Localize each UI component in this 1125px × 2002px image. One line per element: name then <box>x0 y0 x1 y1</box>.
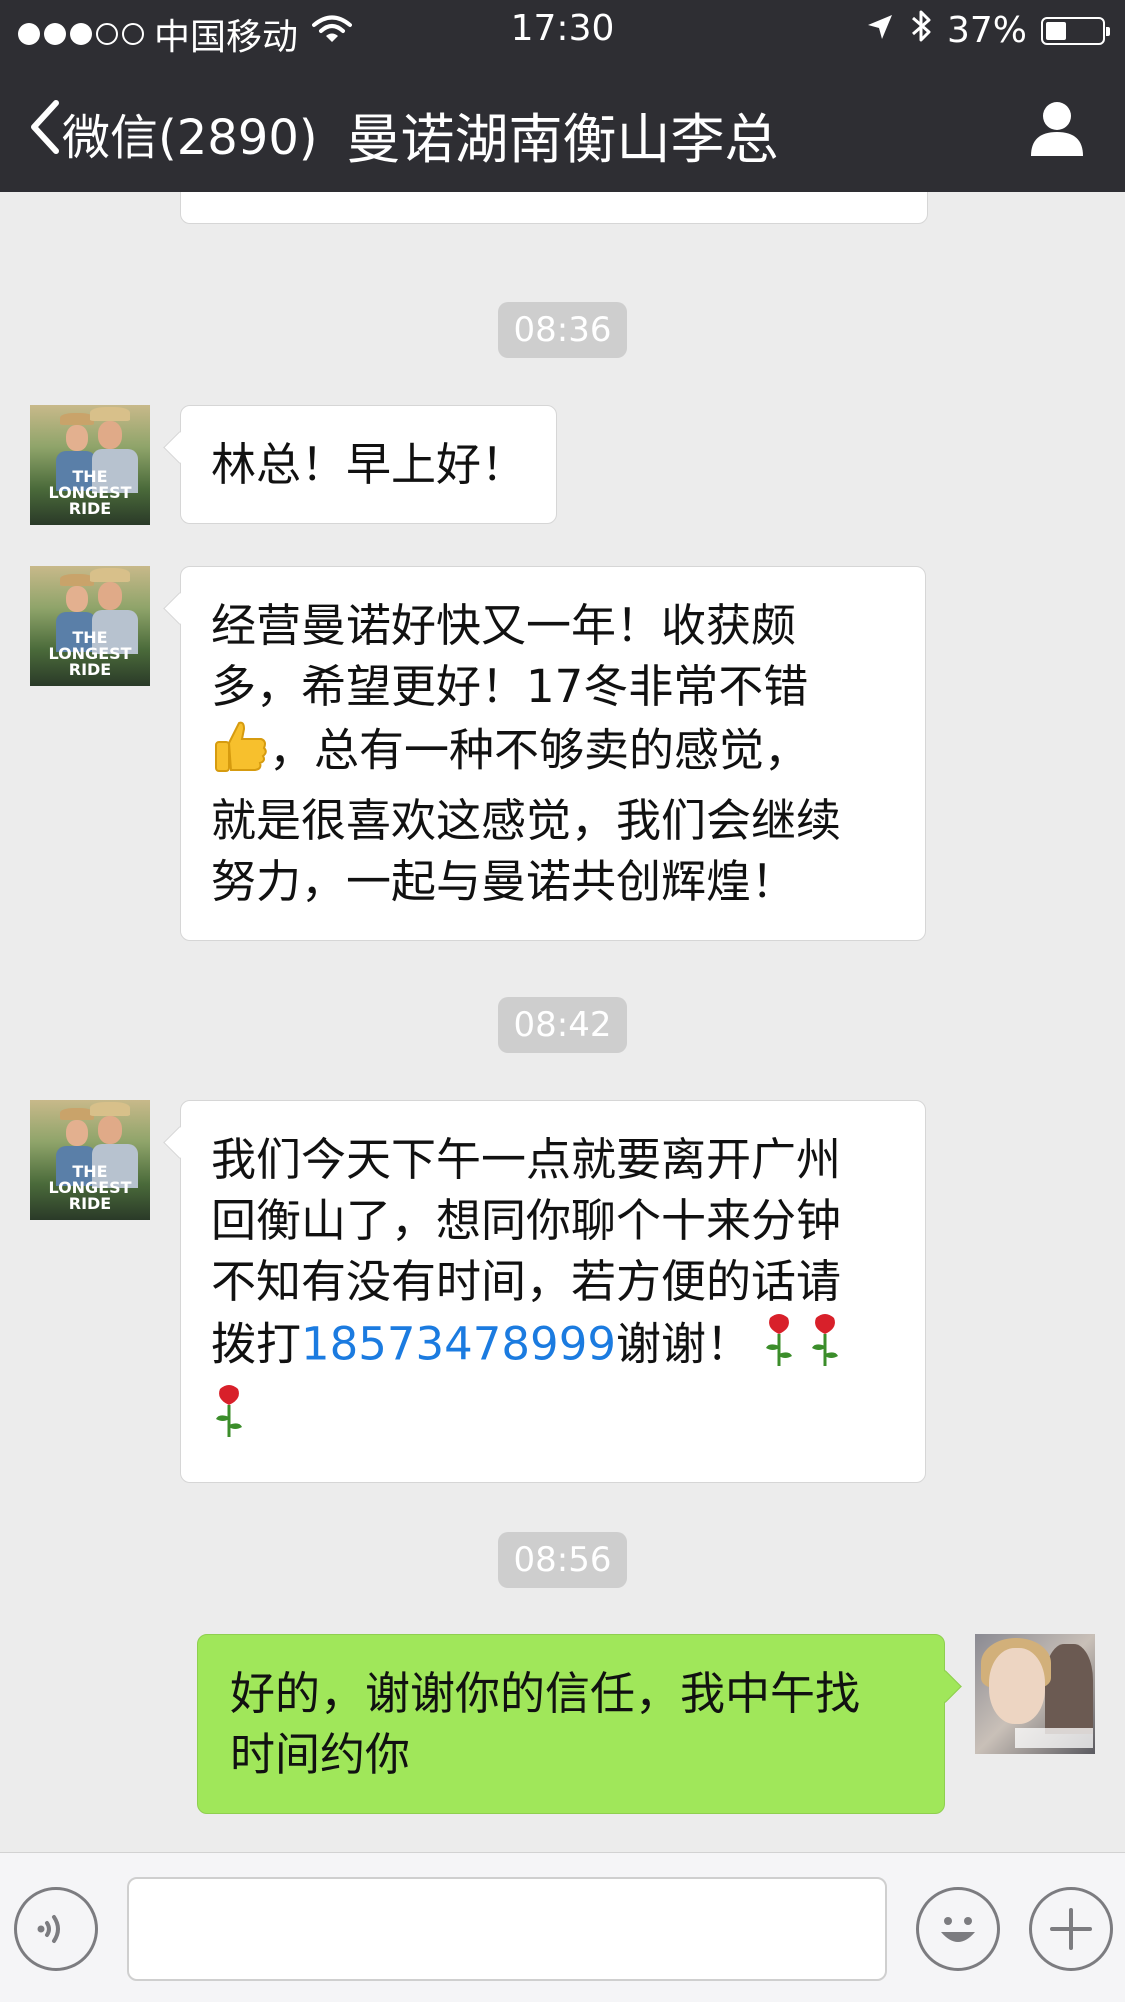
message-line: ，总有一种不够卖的感觉， <box>211 717 895 790</box>
sender-avatar[interactable]: THE LONGEST RIDE <box>30 1100 150 1220</box>
message-line: 好的，谢谢你的信任，我中午找 <box>230 1667 861 1720</box>
incoming-message[interactable]: 我们今天下午一点就要离开广州 回衡山了，想同你聊个十来分钟 不知有没有时间，若方… <box>180 1100 926 1483</box>
sender-avatar[interactable]: THE LONGEST RIDE <box>30 405 150 525</box>
message-input[interactable] <box>127 1877 887 1981</box>
message-line: 经营曼诺好快又一年！收获颇 <box>211 599 797 652</box>
contact-info-button[interactable] <box>1027 98 1087 162</box>
message-line: 时间约你 <box>230 1728 411 1781</box>
input-bar <box>0 1852 1125 2002</box>
my-avatar[interactable] <box>975 1634 1095 1754</box>
location-arrow-icon <box>865 10 895 51</box>
chat-area[interactable]: 08:36 THE LONGEST RIDE 林总！早上好！ THE LONGEST R… <box>0 192 1125 1852</box>
bluetooth-icon <box>909 8 933 53</box>
message-line: 不知有没有时间，若方便的话请 <box>211 1255 842 1308</box>
timestamp: 08:42 <box>0 997 1125 1053</box>
status-bar: 中国移动 17:30 37% <box>0 0 1125 62</box>
message-line: 回衡山了，想同你聊个十来分钟 <box>211 1194 842 1247</box>
person-icon <box>1027 102 1087 162</box>
rose-emoji <box>211 1383 247 1454</box>
outgoing-message[interactable]: 好的，谢谢你的信任，我中午找 时间约你 <box>197 1634 945 1814</box>
message-line: 多，希望更好！17冬非常不错 <box>211 660 809 713</box>
rose-emoji <box>807 1312 843 1383</box>
phone-number-link[interactable]: 18573478999 <box>301 1318 616 1371</box>
partial-message-bubble <box>180 192 928 224</box>
emoji-icon <box>931 1902 985 1960</box>
back-label: 微信(2890) <box>62 110 318 166</box>
sender-avatar[interactable]: THE LONGEST RIDE <box>30 566 150 686</box>
thumbs-up-emoji <box>211 717 269 790</box>
message-line <box>211 1383 895 1454</box>
timestamp: 08:56 <box>0 1532 1125 1588</box>
message-text: 林总！早上好！ <box>211 438 527 491</box>
incoming-message[interactable]: 经营曼诺好快又一年！收获颇 多，希望更好！17冬非常不错 ，总有一种不够卖的感觉… <box>180 566 926 941</box>
timestamp: 08:36 <box>0 302 1125 358</box>
incoming-message[interactable]: 林总！早上好！ <box>180 405 558 524</box>
more-actions-button[interactable] <box>1029 1887 1113 1971</box>
emoji-button[interactable] <box>916 1887 1000 1971</box>
voice-button[interactable] <box>14 1887 98 1971</box>
plus-icon <box>1046 1904 1096 1958</box>
message-line: 拨打18573478999谢谢！ <box>211 1312 895 1383</box>
nav-bar: 微信(2890) 曼诺湖南衡山李总 <box>0 62 1125 192</box>
message-line: 我们今天下午一点就要离开广州 <box>211 1133 842 1186</box>
rose-emoji <box>761 1312 797 1383</box>
chevron-left-icon <box>28 99 62 167</box>
battery-icon <box>1041 16 1110 45</box>
status-right: 37% <box>865 8 1110 53</box>
message-line: 努力，一起与曼诺共创辉煌！ <box>211 855 797 908</box>
battery-percent: 37% <box>946 10 1027 51</box>
voice-icon <box>33 1906 79 1956</box>
back-button[interactable]: 微信(2890) <box>28 98 318 168</box>
message-line: 就是很喜欢这感觉，我们会继续 <box>211 794 842 847</box>
